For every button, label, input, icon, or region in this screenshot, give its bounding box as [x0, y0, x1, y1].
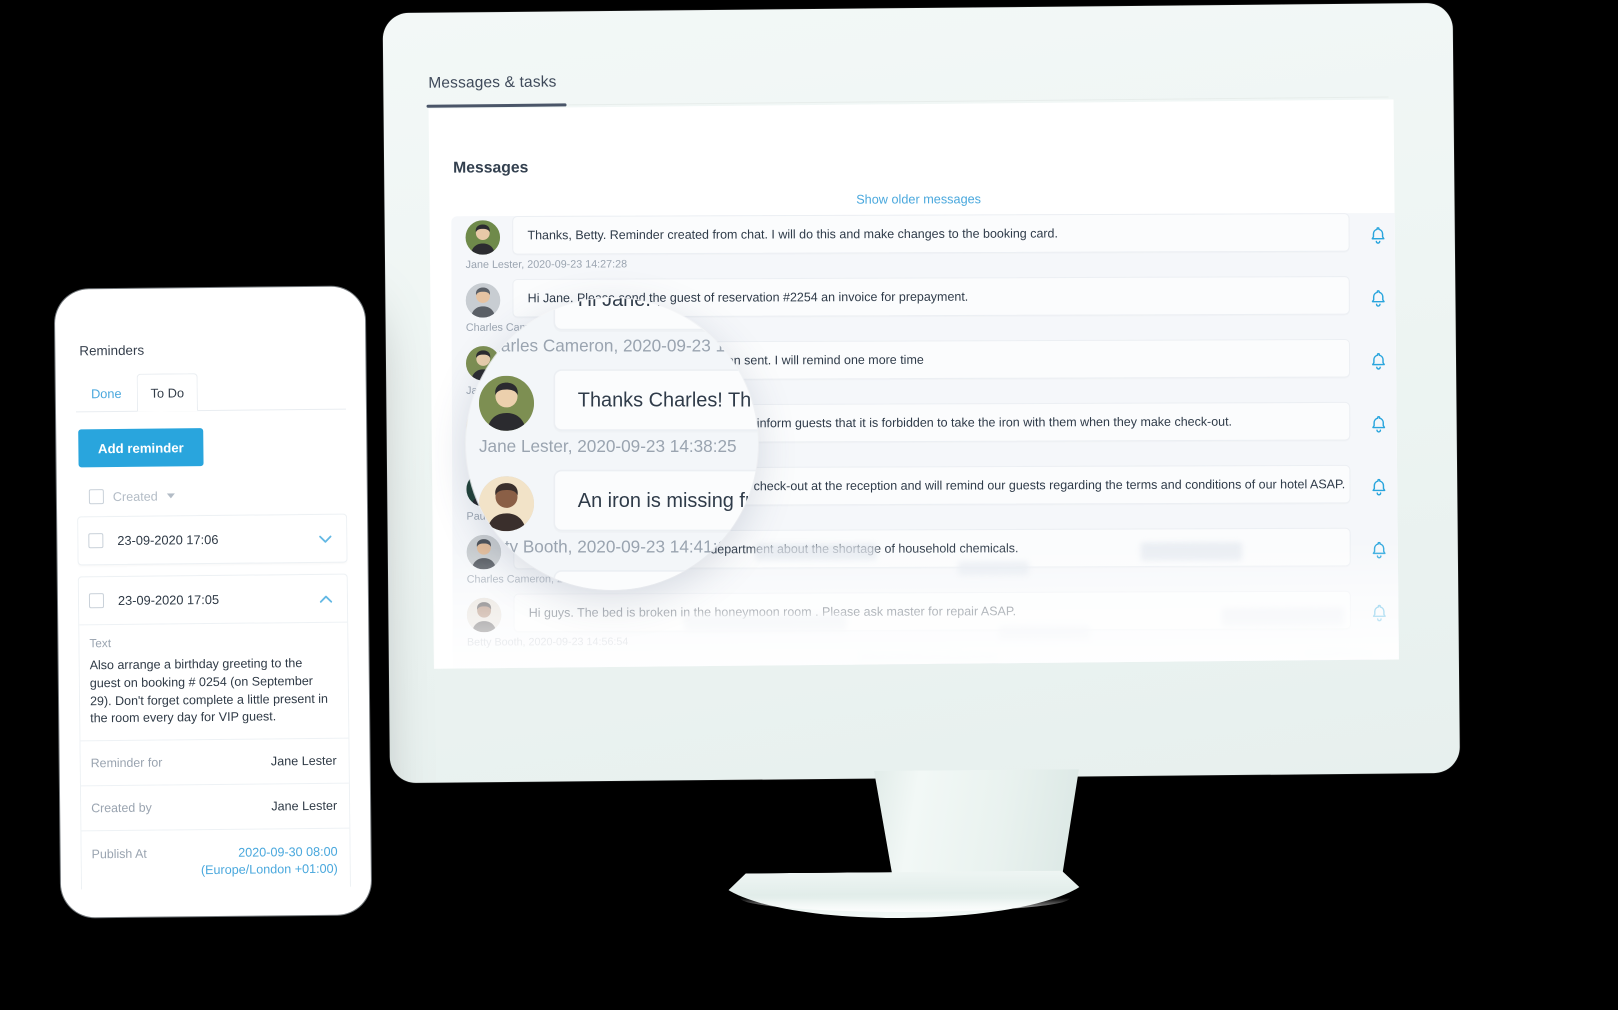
- reminder-date: 23-09-2020 17:06: [117, 531, 219, 548]
- magnified-message-meta: Charles Cameron, 2020-09-23 14:33:24: [478, 336, 758, 357]
- reminder-for-row: Reminder for Jane Lester: [80, 738, 349, 787]
- reminder-checkbox[interactable]: [88, 593, 105, 609]
- magnified-message-bubble: Thanks Charles! The invoice has been s: [553, 369, 758, 431]
- chevron-down-icon[interactable]: [316, 529, 334, 547]
- magnified-message-row: Thank you for the information. We maPaul…: [466, 570, 758, 590]
- blurred-background-content: [998, 626, 1091, 641]
- tab-messages-and-tasks[interactable]: Messages & tasks: [428, 74, 556, 102]
- bell-icon[interactable]: [1368, 351, 1388, 371]
- text-label: Text: [89, 636, 112, 651]
- avatar: [478, 375, 535, 431]
- avatar: [466, 597, 502, 633]
- blurred-background-content: [754, 543, 877, 561]
- message-bubble[interactable]: Thanks, Betty. Reminder created from cha…: [512, 213, 1350, 255]
- publish-at-label: Publish At: [91, 846, 147, 862]
- magnified-message-bubble: Thank you for the information. We ma: [553, 570, 758, 590]
- avatar: [478, 476, 535, 532]
- page-title: Messages: [453, 159, 529, 177]
- reminder-date: 23-09-2020 17:05: [117, 591, 220, 608]
- phone-screen: Reminders Done To Do Add reminder Create…: [75, 324, 351, 890]
- reminders-title: Reminders: [79, 342, 145, 359]
- bell-icon[interactable]: [1369, 477, 1389, 497]
- message-meta: Betty Booth, 2020-09-23 14:56:54: [466, 635, 629, 649]
- blurred-background-content: [957, 561, 1030, 576]
- reminder-card-expanded: 23-09-2020 17:05 Text Also arrange a bir…: [77, 573, 351, 890]
- bell-icon[interactable]: [1368, 288, 1388, 308]
- message-row: Thanks, Betty. Reminder created from cha…: [451, 213, 1399, 279]
- mobile-phone: Reminders Done To Do Add reminder Create…: [54, 286, 372, 918]
- blurred-background-content: [1140, 542, 1243, 561]
- sort-header[interactable]: Created: [88, 487, 347, 505]
- magnified-message-bubble: An iron is missing from room 114, please: [553, 469, 758, 532]
- blurred-background-content: [1222, 607, 1344, 627]
- add-reminder-button[interactable]: Add reminder: [78, 428, 204, 468]
- magnified-message-row: Thanks Charles! The invoice has been s Ja…: [466, 369, 758, 469]
- bell-icon[interactable]: [1369, 603, 1389, 623]
- chevron-down-icon: [166, 493, 175, 499]
- reminder-text-field: Text Also arrange a birthday greeting to…: [79, 622, 349, 742]
- publish-at-row: Publish At 2020-09-30 08:00 (Europe/Lond…: [81, 828, 351, 890]
- scene: Messages & tasks Messages Show older mes…: [0, 0, 1618, 1010]
- magnified-message-row: Hi Jane. Please send the g Charles Camero…: [466, 298, 758, 369]
- reminder-for-label: Reminder for: [90, 755, 163, 771]
- magnified-message-meta: Betty Booth, 2020-09-23 14:41:16: [478, 537, 737, 558]
- avatar: [465, 220, 501, 255]
- magnified-message-row: An iron is missing from room 114, please…: [466, 469, 758, 570]
- bell-icon[interactable]: [1368, 225, 1388, 245]
- bell-icon[interactable]: [1369, 540, 1389, 560]
- chevron-up-icon[interactable]: [317, 589, 335, 607]
- sort-label: Created: [112, 489, 158, 504]
- magnifier-lens: Hi Jane. Please send the g Charles Camero…: [466, 298, 758, 590]
- publish-at-value[interactable]: 2020-09-30 08:00 (Europe/London +01:00): [201, 844, 338, 879]
- created-by-value: Jane Lester: [271, 798, 338, 814]
- publish-at-timezone: (Europe/London +01:00): [200, 861, 338, 878]
- reminder-header[interactable]: 23-09-2020 17:06: [78, 515, 346, 565]
- created-by-row: Created by Jane Lester: [80, 783, 350, 832]
- tab-done[interactable]: Done: [76, 374, 137, 413]
- reminders-tabs: Done To Do: [75, 371, 346, 413]
- select-all-checkbox[interactable]: [88, 489, 104, 505]
- reminder-card-collapsed: 23-09-2020 17:06: [77, 513, 348, 566]
- monitor-stand-base: [716, 870, 1092, 919]
- blurred-background-content: [684, 614, 847, 632]
- message-meta: Jane Lester, 2020-09-23 14:27:28: [465, 258, 628, 272]
- reminder-for-value: Jane Lester: [270, 753, 337, 769]
- text-value: Also arrange a birthday greeting to the …: [89, 656, 329, 726]
- reminder-checkbox[interactable]: [88, 533, 104, 549]
- show-older-messages-link[interactable]: Show older messages: [429, 191, 1399, 209]
- magnified-message-meta: Jane Lester, 2020-09-23 14:38:25: [478, 437, 737, 457]
- publish-at-datetime: 2020-09-30 08:00: [238, 844, 338, 860]
- bell-icon[interactable]: [1368, 414, 1388, 434]
- avatar: [478, 576, 535, 590]
- magnified-message-bubble: Hi Jane. Please send the g: [553, 298, 758, 331]
- magnifier-content: Hi Jane. Please send the g Charles Camero…: [466, 298, 758, 590]
- reminder-header[interactable]: 23-09-2020 17:05: [79, 575, 347, 625]
- avatar: [478, 298, 535, 331]
- tab-to-do[interactable]: To Do: [136, 373, 199, 412]
- reminder-detail: Text Also arrange a birthday greeting to…: [79, 621, 351, 890]
- monitor-stand-base-highlight: [740, 898, 1070, 912]
- created-by-label: Created by: [91, 800, 152, 816]
